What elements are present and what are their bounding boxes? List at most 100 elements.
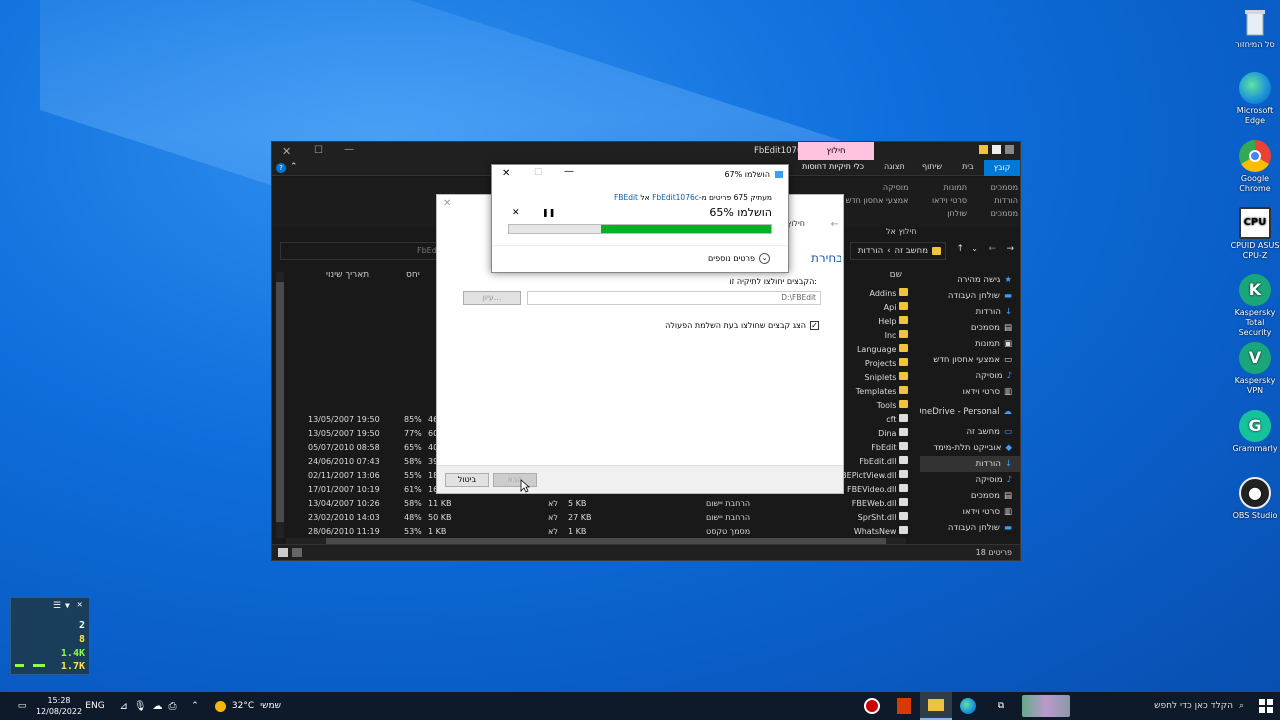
tab-share[interactable]: שיתוף — [922, 162, 942, 171]
maximize-icon[interactable]: ☐ — [314, 145, 323, 156]
table-row[interactable]: 05/07/2010 08:58 65% 40 — [308, 443, 438, 457]
table-row[interactable]: 13/05/2007 19:50 77% 60 — [308, 429, 438, 443]
ribbon-path-item[interactable]: מסמכים — [973, 181, 1018, 194]
desktop-icon-chrome[interactable]: Google Chrome — [1230, 140, 1280, 194]
close-icon[interactable]: ✕ — [502, 168, 510, 179]
chevron-up-icon[interactable]: ⌃ — [290, 162, 298, 172]
table-row[interactable]: 17/01/2007 10:19 61% 16 — [308, 485, 438, 499]
list-item[interactable]: FBEWeb.dll — [832, 498, 908, 512]
microphone-icon[interactable]: 🎙 — [134, 701, 147, 712]
desktop-icon-edge[interactable]: Microsoft Edge — [1230, 72, 1280, 126]
next-button[interactable]: הבא — [493, 473, 537, 487]
checkbox-checked-icon[interactable]: ✓ — [810, 321, 819, 330]
desktop-icon-cpuz[interactable]: CPU CPUID ASUS CPU-Z — [1230, 207, 1280, 261]
menu-icon[interactable]: ☰ — [53, 601, 61, 611]
breadcrumb-downloads[interactable]: הורדות — [858, 246, 883, 256]
breadcrumb-this-pc[interactable]: מחשב זה — [895, 246, 928, 256]
help-icon[interactable]: ? — [276, 163, 286, 173]
minimize-icon[interactable]: — — [564, 166, 574, 177]
taskbar-office-icon[interactable] — [888, 692, 920, 720]
cancel-button[interactable]: ביטול — [445, 473, 489, 487]
ribbon-path-item[interactable]: סרטי וידאו — [914, 194, 967, 207]
desktop-icon-grammarly[interactable]: G Grammarly — [1230, 410, 1280, 454]
column-header-date[interactable]: תאריך שינוי — [326, 270, 369, 286]
ribbon-path-item[interactable]: מוסיקה — [828, 181, 909, 194]
nav-pc-music[interactable]: ♪ מוסיקה — [920, 472, 1020, 488]
desktop-icon-recycle-bin[interactable]: סל המיחזור — [1230, 6, 1280, 50]
back-arrow-icon[interactable]: ← — [988, 244, 996, 254]
nav-videos[interactable]: ▥ סרטי וידאו — [920, 384, 1020, 400]
weather-widget[interactable]: 32°C שמשי — [208, 692, 288, 720]
desktop-icon-kaspersky-vpn[interactable]: V Kaspersky VPN — [1230, 342, 1280, 396]
close-icon[interactable]: ✕ — [282, 145, 291, 158]
language-indicator[interactable]: ENG — [84, 692, 106, 720]
close-icon[interactable]: ✕ — [77, 600, 82, 610]
ribbon-path-item[interactable]: תמונות — [914, 181, 968, 194]
network-icon[interactable]: ⊿ — [119, 701, 127, 712]
table-row[interactable]: 13/04/2007 10:26 58% 11 KB לא 5 KB הרחבת יישו… — [308, 499, 768, 513]
tab-home[interactable]: בית — [962, 162, 974, 171]
close-icon[interactable]: ✕ — [443, 198, 451, 209]
nav-documents[interactable]: ▤ מסמכים — [920, 320, 1020, 336]
more-details-toggle[interactable]: ⌄ פרטים נוספים — [708, 253, 771, 264]
back-arrow-icon[interactable]: ← — [831, 219, 839, 230]
details-view-icon[interactable] — [278, 548, 288, 557]
news-widget[interactable] — [1020, 692, 1072, 720]
notification-icon[interactable]: ▭ — [12, 692, 32, 720]
destination-path-field[interactable]: D:\FBEdit — [527, 291, 821, 305]
nav-pc-documents[interactable]: ▤ מסמכים — [920, 488, 1020, 504]
desktop-icon-kaspersky[interactable]: K Kaspersky Total Security — [1230, 274, 1280, 338]
taskbar-app-icon[interactable] — [856, 692, 888, 720]
tab-file[interactable]: קובץ — [984, 160, 1020, 176]
pause-icon[interactable]: ❚❚ — [542, 208, 555, 217]
table-row[interactable]: 02/11/2007 13:06 55% 18 — [308, 471, 438, 485]
address-bar[interactable]: מחשב זה › הורדות — [850, 242, 946, 260]
nav-pc-desktop[interactable]: ▬ שולחן העבודה — [920, 520, 1020, 536]
up-arrow-icon[interactable]: ↑ — [956, 244, 964, 254]
nav-onedrive[interactable]: ☁ OneDrive - Personal — [920, 404, 1020, 420]
ribbon-path-item[interactable]: שולחן — [914, 207, 967, 220]
nav-downloads[interactable]: ↓ הורדות — [920, 304, 1020, 320]
navigation-pane: ★ גישה מהירה ▬ שולחן העבודה ↓ הורדות ▤ מסמכי… — [920, 272, 1020, 544]
show-files-checkbox-row[interactable]: ✓ הצג קבצים שחולצו בעת השלמת הפעולה — [665, 321, 819, 330]
clock[interactable]: 15:28 12/08/2022 — [36, 692, 82, 720]
taskbar-edge-icon[interactable] — [952, 692, 984, 720]
column-header-ratio[interactable]: יחס — [406, 270, 420, 286]
nav-pc-videos[interactable]: ▥ סרטי וידאו — [920, 504, 1020, 520]
minimize-icon[interactable]: — — [344, 144, 354, 155]
ribbon-path-item[interactable]: הורדות — [973, 194, 1018, 207]
table-row[interactable]: 13/05/2007 19:50 85% 46 — [308, 415, 438, 429]
tab-view[interactable]: תצוגה — [884, 162, 905, 171]
forward-arrow-icon[interactable]: → — [1006, 244, 1014, 254]
nav-new-volume[interactable]: ▭ אמצעי אחסון חדש — [920, 352, 1020, 368]
onedrive-icon[interactable]: ☁ — [153, 701, 163, 712]
nav-pictures[interactable]: ▣ תמונות — [920, 336, 1020, 352]
context-tab-extract[interactable]: חילוץ — [798, 142, 874, 160]
search-box[interactable]: FbEdit — [280, 242, 442, 260]
nav-3d-objects[interactable]: ◆ אובייקט תלת-מימד — [920, 440, 1020, 456]
nav-desktop[interactable]: ▬ שולחן העבודה — [920, 288, 1020, 304]
chevron-down-icon[interactable]: ⌄ — [971, 244, 978, 253]
printer-icon[interactable]: ⎙ — [169, 701, 177, 712]
desktop-icon-obs[interactable]: ● OBS Studio — [1230, 477, 1280, 521]
table-row[interactable]: 23/02/2010 14:03 48% 50 KB לא 27 KB הרחבת ייש… — [308, 513, 768, 527]
nav-music[interactable]: ♪ מוסיקה — [920, 368, 1020, 384]
tab-compressed-tools[interactable]: כלי תיקיות דחוסות — [802, 162, 864, 171]
cancel-copy-icon[interactable]: ✕ — [512, 208, 520, 218]
show-hidden-icons-icon[interactable]: ⌃ — [188, 692, 202, 720]
column-header-name[interactable]: שם — [890, 270, 902, 286]
start-button[interactable] — [1252, 692, 1280, 720]
vertical-scrollbar[interactable] — [276, 272, 284, 538]
nav-quick-access[interactable]: ★ גישה מהירה — [920, 272, 1020, 288]
file-icon — [899, 484, 908, 492]
list-item[interactable]: SprSht.dll — [832, 512, 908, 526]
dropdown-arrow-icon[interactable]: ▼ — [65, 601, 70, 610]
tiles-view-icon[interactable] — [292, 548, 302, 557]
taskbar-explorer-icon[interactable] — [920, 692, 952, 720]
browse-button[interactable]: עיון... — [463, 291, 521, 305]
table-row[interactable]: 24/06/2010 07:43 58% 39 — [308, 457, 438, 471]
task-view-icon[interactable]: ⧉ — [986, 692, 1016, 720]
ribbon-path-item[interactable]: מסמכים — [973, 207, 1018, 220]
nav-this-pc[interactable]: ▭ מחשב זה — [920, 424, 1020, 440]
nav-pc-downloads[interactable]: ↓ הורדות — [920, 456, 1020, 472]
